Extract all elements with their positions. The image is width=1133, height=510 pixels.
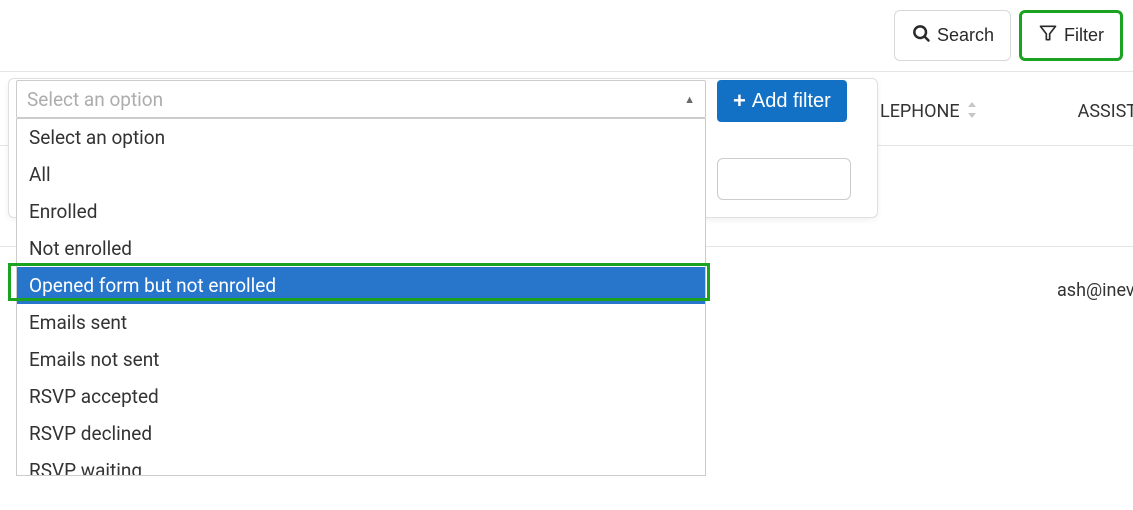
add-filter-button[interactable]: + Add filter — [717, 80, 847, 122]
table-cell-assistant: ash@inev — [1057, 280, 1133, 301]
sort-icon — [966, 102, 978, 121]
caret-up-icon: ▲ — [684, 93, 695, 106]
column-header-assistant-label: ASSISTAN — [1078, 101, 1133, 122]
column-header-telephone-label: LEPHONE — [880, 101, 960, 122]
filter-select[interactable]: Select an option ▲ — [16, 80, 706, 118]
search-button[interactable]: Search — [894, 10, 1011, 61]
dropdown-option-emails-not-sent[interactable]: Emails not sent — [17, 341, 705, 378]
filter-button[interactable]: Filter — [1019, 10, 1123, 61]
filter-button-label: Filter — [1064, 25, 1104, 46]
dropdown-option-emails-sent[interactable]: Emails sent — [17, 304, 705, 341]
dropdown-option-select-an-option[interactable]: Select an option — [17, 119, 705, 156]
search-icon — [911, 23, 931, 48]
dropdown-option-opened-form[interactable]: Opened form but not enrolled — [17, 267, 705, 304]
plus-icon: + — [733, 88, 746, 114]
dropdown-option-all[interactable]: All — [17, 156, 705, 193]
search-button-label: Search — [937, 25, 994, 46]
dropdown-option-rsvp-declined[interactable]: RSVP declined — [17, 415, 705, 452]
dropdown-option-rsvp-accepted[interactable]: RSVP accepted — [17, 378, 705, 415]
dropdown-option-not-enrolled[interactable]: Not enrolled — [17, 230, 705, 267]
filter-icon — [1038, 23, 1058, 48]
filter-select-dropdown[interactable]: Select an option All Enrolled Not enroll… — [16, 118, 706, 476]
dropdown-option-enrolled[interactable]: Enrolled — [17, 193, 705, 230]
dropdown-option-rsvp-waiting[interactable]: RSVP waiting — [17, 452, 705, 476]
toolbar-divider — [0, 71, 1133, 72]
filter-select-placeholder: Select an option — [27, 88, 163, 111]
column-header-assistant[interactable]: ASSISTAN — [1078, 101, 1133, 122]
column-header-telephone[interactable]: LEPHONE — [880, 101, 978, 122]
add-filter-button-label: Add filter — [752, 90, 831, 113]
secondary-filter-input[interactable] — [717, 158, 851, 200]
top-bar: Search Filter — [0, 0, 1133, 61]
